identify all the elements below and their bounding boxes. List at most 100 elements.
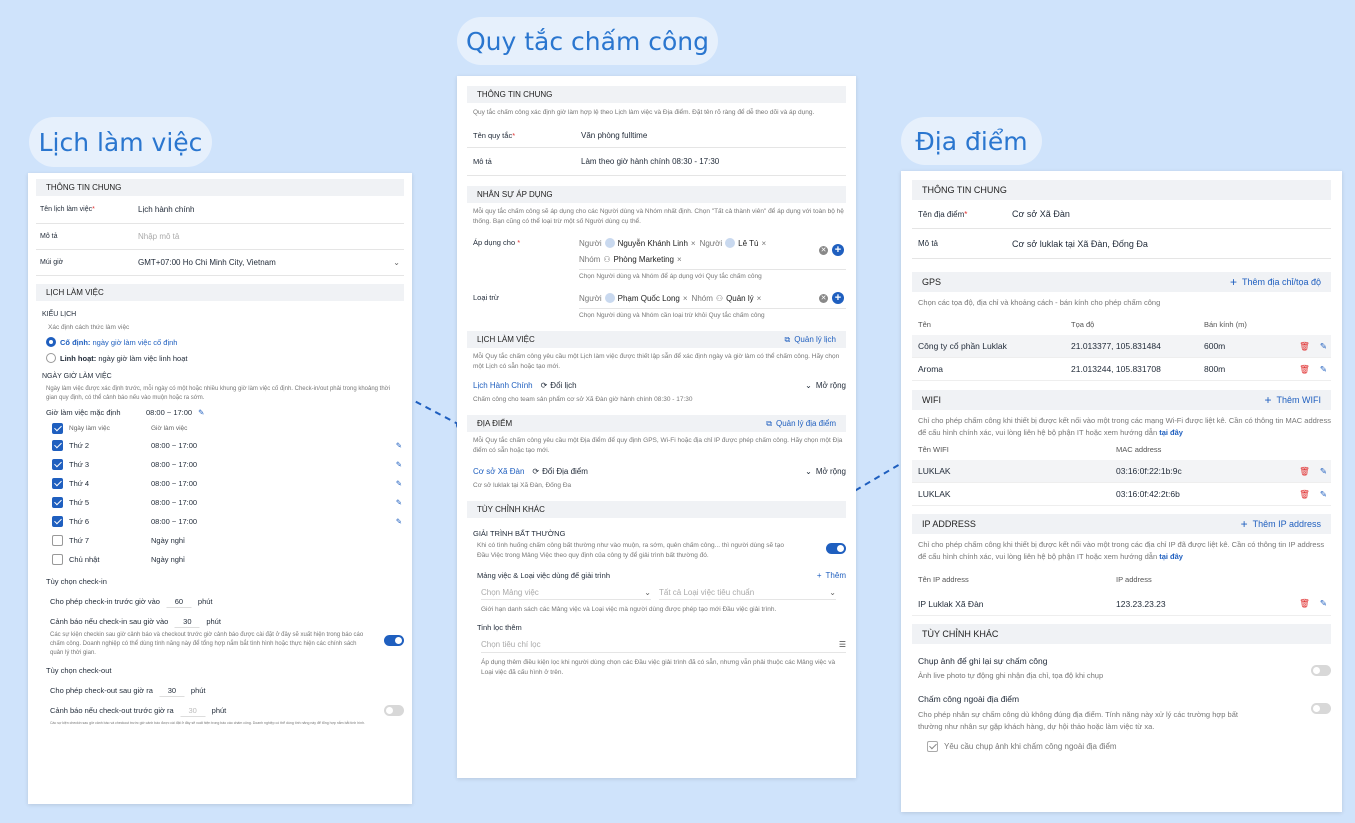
day-checkbox[interactable] — [52, 497, 63, 508]
photo-toggle[interactable] — [1311, 665, 1331, 676]
gps-row: Công ty cổ phần Luklak 21.013377, 105.831… — [912, 335, 1331, 358]
manage-location-link[interactable]: ⧉ Quản lý địa điểm — [766, 419, 836, 429]
clear-icon[interactable]: ✕ — [819, 293, 828, 303]
board-selects: Chọn Mảng việc ⌄ Tất cả Loại việc tiêu ch… — [481, 588, 836, 600]
outside-photo-checkbox[interactable] — [927, 741, 938, 752]
expand-button[interactable]: ⌄ Mở rộng — [805, 381, 846, 390]
checkin-before-input[interactable]: 60 — [165, 594, 192, 608]
edit-icon[interactable]: ✎ — [1320, 466, 1327, 477]
trash-icon[interactable]: 🗑 — [1299, 489, 1310, 500]
day-checkbox[interactable] — [52, 535, 63, 546]
checkout-warn-input[interactable]: 30 — [179, 703, 206, 717]
edit-icon[interactable]: ✎ — [396, 498, 402, 507]
close-icon[interactable]: × — [677, 255, 682, 264]
close-icon[interactable]: × — [761, 239, 766, 248]
gps-desc: Chọn các tọa độ, địa chỉ và khoảng cách … — [918, 298, 1161, 307]
rule-name-input[interactable]: Văn phòng fulltime — [581, 131, 647, 140]
description-input[interactable]: Nhập mô tả — [138, 232, 179, 241]
expand-button[interactable]: ⌄ Mở rộng — [805, 467, 846, 476]
edit-icon[interactable]: ✎ — [396, 517, 402, 526]
day-hours: 08:00 ~ 17:00 — [151, 441, 198, 450]
edit-icon[interactable]: ✎ — [396, 479, 402, 488]
radio-flexible-indicator[interactable] — [46, 353, 56, 363]
outside-toggle[interactable] — [1311, 703, 1331, 714]
radio-fixed-indicator[interactable] — [46, 337, 56, 347]
plus-icon: + — [816, 571, 822, 580]
checkout-warn-toggle[interactable] — [384, 704, 404, 716]
filter-icon[interactable]: ☰ — [839, 640, 846, 649]
explain-desc-row: Khi có tình huống chấm công bất thường n… — [477, 541, 846, 561]
day-checkbox[interactable] — [52, 440, 63, 451]
add-board-button[interactable]: + Thêm — [817, 571, 846, 580]
checkout-after-input[interactable]: 30 — [158, 683, 185, 697]
add-ip-button[interactable]: + Thêm IP address — [1241, 517, 1321, 531]
explain-toggle[interactable] — [826, 543, 846, 554]
user-avatar-icon — [604, 293, 615, 303]
schedule-name-row: Tên lịch làm việc* Lịch hành chính — [36, 196, 404, 224]
chevron-down-icon: ⌄ — [805, 467, 812, 476]
ip-list: IP Luklak Xã Đàn 123.23.23.23 🗑 ✎ — [912, 592, 1331, 616]
edit-icon[interactable]: ✎ — [1320, 364, 1327, 375]
trash-icon[interactable]: 🗑 — [1299, 598, 1310, 609]
timezone-select[interactable]: GMT+07:00 Ho Chi Minh City, Vietnam — [138, 258, 393, 267]
checkin-warn-toggle[interactable] — [384, 635, 404, 646]
apply-selector[interactable]: Người Nguyễn Khánh Linh × Người Lê Tú × Nhóm… — [579, 235, 846, 270]
day-hours: 08:00 ~ 17:00 — [151, 517, 198, 526]
checkin-warn-input[interactable]: 30 — [174, 614, 201, 628]
edit-icon[interactable]: ✎ — [1320, 341, 1327, 352]
manage-schedule-link[interactable]: ⧉ Quản lý lịch — [784, 335, 836, 345]
outside-photo-row[interactable]: Yêu cầu chụp ảnh khi chấm công ngoài địa… — [927, 741, 1342, 752]
rule-desc-input[interactable]: Làm theo giờ hành chính 08:30 - 17:30 — [581, 157, 719, 166]
location-desc: Mỗi Quy tắc chấm công yêu cầu một Địa đi… — [473, 437, 843, 454]
trash-icon[interactable]: 🗑 — [1299, 341, 1310, 352]
day-row: Thứ 4 08:00 ~ 17:00 ✎ — [52, 474, 412, 493]
chevron-down-icon[interactable]: ⌄ — [393, 258, 400, 267]
edit-icon[interactable]: ✎ — [396, 460, 402, 469]
add-gps-button[interactable]: + Thêm địa chỉ/tọa độ — [1230, 275, 1321, 289]
radio-fixed[interactable]: Cố định: ngày giờ làm việc cố định — [46, 337, 412, 347]
external-link-icon: ⧉ — [784, 334, 791, 344]
edit-icon[interactable]: ✎ — [396, 441, 402, 450]
apply-hint: Chọn Người dùng và Nhóm để áp dụng với Q… — [579, 273, 762, 280]
day-label: Chủ nhật — [69, 555, 100, 564]
group-icon: ⚇ — [715, 293, 724, 303]
day-checkbox[interactable] — [52, 478, 63, 489]
day-checkbox[interactable] — [52, 554, 63, 565]
change-location-button[interactable]: ⟳ Đổi Địa điểm — [532, 467, 588, 476]
radio-flexible[interactable]: Linh hoạt: ngày giờ làm việc linh hoạt — [46, 353, 412, 363]
checkout-after-row: Cho phép check-out sau giờ ra 30 phút — [50, 683, 412, 697]
ip-help-link[interactable]: tại đây — [1159, 552, 1183, 561]
day-label: Thứ 4 — [69, 479, 90, 488]
location-name-link[interactable]: Cơ sở Xã Đàn — [473, 467, 524, 476]
location-desc-input[interactable]: Cơ sở luklak tại Xã Đàn, Đống Đa — [1012, 239, 1148, 249]
clear-icon[interactable]: ✕ — [819, 245, 828, 255]
schedule-name-input[interactable]: Lịch hành chính — [138, 205, 195, 214]
section-staff: NHÂN SỰ ÁP DỤNG — [467, 186, 846, 203]
work-type-select[interactable]: Tất cả Loại việc tiêu chuẩn ⌄ — [659, 588, 836, 600]
edit-icon[interactable]: ✎ — [1320, 489, 1327, 500]
edit-icon[interactable]: ✎ — [1320, 598, 1327, 609]
close-icon[interactable]: × — [757, 294, 762, 303]
trash-icon[interactable]: 🗑 — [1299, 364, 1310, 375]
location-name-input[interactable]: Cơ sở Xã Đàn — [1012, 209, 1070, 219]
change-schedule-button[interactable]: ⟳ Đổi lịch — [541, 381, 577, 390]
close-icon[interactable]: × — [691, 239, 696, 248]
close-icon[interactable]: × — [683, 294, 688, 303]
select-all-checkbox[interactable] — [52, 423, 63, 434]
edit-icon[interactable]: ✎ — [198, 408, 204, 417]
day-row: Thứ 5 08:00 ~ 17:00 ✎ — [52, 493, 412, 512]
schedule-name-link[interactable]: Lịch Hành Chính — [473, 381, 533, 390]
day-checkbox[interactable] — [52, 459, 63, 470]
trash-icon[interactable]: 🗑 — [1299, 466, 1310, 477]
day-hours: 08:00 ~ 17:00 — [151, 498, 198, 507]
day-checkbox[interactable] — [52, 516, 63, 527]
section-custom: TÙY CHỈNH KHÁC — [467, 501, 846, 518]
filter-select[interactable]: Chọn tiêu chí lọc ☰ — [481, 640, 846, 653]
wifi-help-link[interactable]: tại đây — [1159, 428, 1183, 437]
plus-icon[interactable]: + — [832, 244, 844, 256]
exclude-selector[interactable]: Người Phạm Quốc Long × Nhóm ⚇ Quản lý × ✕ + — [579, 290, 846, 309]
board-select[interactable]: Chọn Mảng việc ⌄ — [481, 588, 651, 600]
plus-icon[interactable]: + — [832, 292, 844, 304]
checkout-warn-desc: Các sự kiện checkin sau giờ cảnh báo và … — [50, 721, 365, 725]
add-wifi-button[interactable]: + Thêm WIFI — [1264, 393, 1321, 407]
